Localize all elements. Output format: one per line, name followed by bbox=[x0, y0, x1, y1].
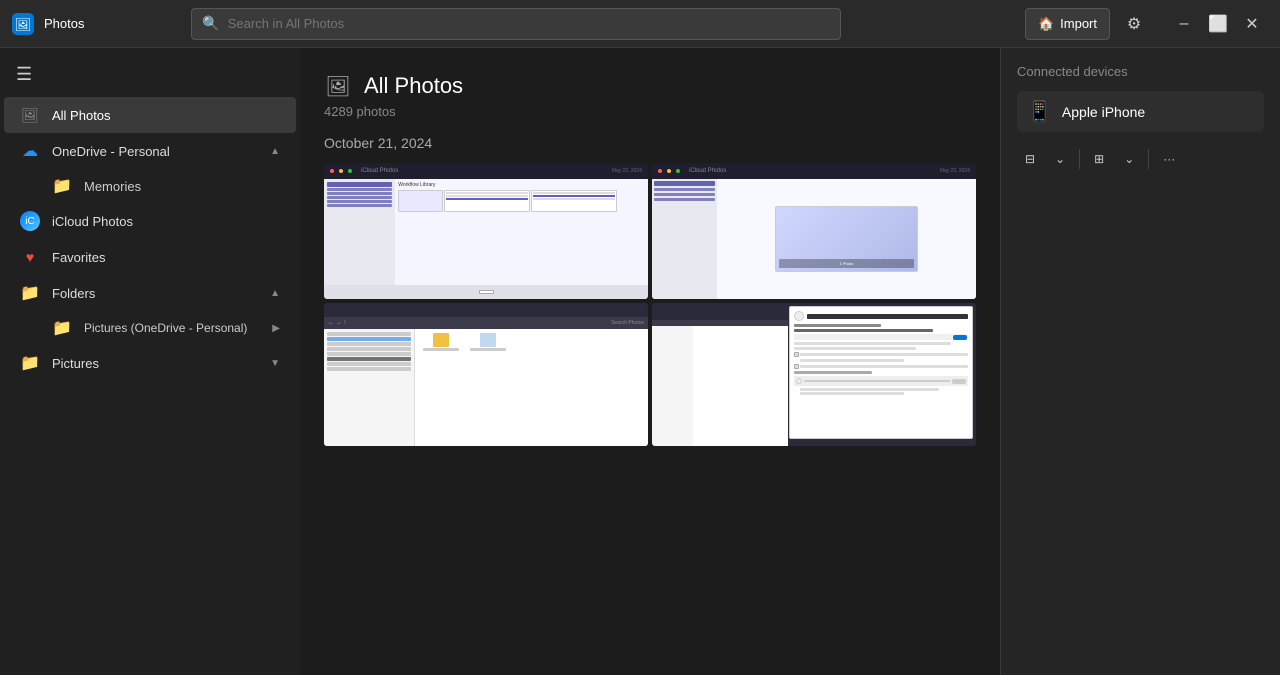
chevron-down-icon: ⌄ bbox=[1055, 152, 1065, 166]
all-photos-icon: 🖼 bbox=[20, 105, 40, 125]
filter-dropdown-button[interactable]: ⌄ bbox=[1047, 148, 1073, 170]
photo-thumbnail-1[interactable]: iCloud Photos May 22, 2024 bbox=[324, 163, 648, 299]
sidebar-label-onedrive: OneDrive - Personal bbox=[52, 144, 170, 159]
toolbar-separator-2 bbox=[1148, 149, 1149, 169]
right-panel: Connected devices 📱 Apple iPhone ⊟ ⌄ ⊞ ⌄ bbox=[1000, 48, 1280, 675]
app-icon: 🖼 bbox=[12, 13, 34, 35]
view-button[interactable]: ⊞ bbox=[1086, 148, 1112, 170]
view-dropdown-button[interactable]: ⌄ bbox=[1116, 148, 1142, 170]
chevron-expand-icon: ▶ bbox=[272, 323, 280, 334]
sidebar-item-icloud-photos[interactable]: iC iCloud Photos bbox=[4, 203, 296, 239]
filter-button[interactable]: ⊟ bbox=[1017, 148, 1043, 170]
content-area: 🖼 All Photos 4289 photos October 21, 202… bbox=[300, 48, 1280, 675]
sidebar-label-pictures-onedrive: Pictures (OneDrive - Personal) bbox=[84, 321, 247, 335]
photo-thumbnail-4[interactable] bbox=[652, 303, 976, 446]
titlebar: 🖼 Photos 🔍 🏠 Import ⚙ – ⬜ ✕ bbox=[0, 0, 1280, 48]
svg-text:🖼: 🖼 bbox=[15, 17, 32, 32]
sidebar-label-pictures: Pictures bbox=[52, 356, 99, 371]
hamburger-button[interactable]: ☰ bbox=[0, 56, 300, 93]
chevron-down-icon: ▼ bbox=[270, 358, 280, 369]
maximize-button[interactable]: ⬜ bbox=[1202, 8, 1234, 40]
more-button[interactable]: ··· bbox=[1155, 148, 1183, 170]
memories-icon: 📁 bbox=[52, 176, 72, 196]
device-toolbar: ⊟ ⌄ ⊞ ⌄ ··· bbox=[1017, 148, 1264, 170]
chevron-up-icon: ▲ bbox=[270, 146, 280, 157]
import-button[interactable]: 🏠 Import bbox=[1025, 8, 1110, 40]
minimize-button[interactable]: – bbox=[1168, 8, 1200, 40]
pictures-onedrive-icon: 📁 bbox=[52, 318, 72, 338]
chevron-up-icon-2: ▲ bbox=[270, 288, 280, 299]
sidebar-item-pictures[interactable]: 📁 Pictures ▼ bbox=[4, 345, 296, 381]
more-icon: ··· bbox=[1163, 152, 1175, 166]
pictures-icon: 📁 bbox=[20, 353, 40, 373]
sidebar-label-all-photos: All Photos bbox=[52, 108, 111, 123]
sidebar-label-favorites: Favorites bbox=[52, 250, 105, 265]
sidebar-item-all-photos[interactable]: 🖼 All Photos bbox=[4, 97, 296, 133]
sidebar-item-onedrive-personal[interactable]: ☁ OneDrive - Personal ▲ bbox=[4, 133, 296, 169]
sidebar-item-memories[interactable]: 📁 Memories bbox=[4, 169, 296, 203]
search-icon: 🔍 bbox=[202, 15, 219, 32]
titlebar-actions: 🏠 Import ⚙ bbox=[1025, 8, 1150, 40]
settings-button[interactable]: ⚙ bbox=[1118, 8, 1150, 40]
device-item-iphone: 📱 Apple iPhone bbox=[1017, 91, 1264, 132]
photos-header: 🖼 All Photos bbox=[324, 72, 976, 100]
toolbar-separator bbox=[1079, 149, 1080, 169]
page-title: All Photos bbox=[364, 73, 463, 99]
photo-thumbnail-3[interactable]: ← → ↑ Search Photos bbox=[324, 303, 648, 446]
search-input[interactable] bbox=[228, 16, 831, 31]
grid-icon: ⊞ bbox=[1094, 152, 1104, 166]
sidebar-label-icloud: iCloud Photos bbox=[52, 214, 133, 229]
search-bar[interactable]: 🔍 bbox=[191, 8, 841, 40]
chevron-down-icon-2: ⌄ bbox=[1124, 152, 1134, 166]
photo-thumbnail-2[interactable]: iCloud Photos May 23, 2024 bbox=[652, 163, 976, 299]
sidebar-label-memories: Memories bbox=[84, 179, 141, 194]
device-name: Apple iPhone bbox=[1062, 104, 1145, 120]
photos-title-icon: 🖼 bbox=[324, 72, 352, 100]
sidebar-item-favorites[interactable]: ♥ Favorites bbox=[4, 239, 296, 275]
sidebar-label-folders: Folders bbox=[52, 286, 95, 301]
heart-icon: ♥ bbox=[20, 247, 40, 267]
photos-main: 🖼 All Photos 4289 photos October 21, 202… bbox=[300, 48, 1000, 675]
device-icon: 📱 bbox=[1027, 99, 1052, 124]
sidebar: ☰ 🖼 All Photos ☁ OneDrive - Personal ▲ 📁… bbox=[0, 48, 300, 675]
photos-grid: iCloud Photos May 22, 2024 bbox=[324, 163, 976, 446]
app-name: Photos bbox=[44, 16, 84, 31]
icloud-icon: iC bbox=[20, 211, 40, 231]
date-heading: October 21, 2024 bbox=[324, 135, 976, 151]
folders-icon: 📁 bbox=[20, 283, 40, 303]
onedrive-icon: ☁ bbox=[20, 141, 40, 161]
sidebar-item-pictures-onedrive[interactable]: 📁 Pictures (OneDrive - Personal) ▶ bbox=[4, 311, 296, 345]
import-icon: 🏠 bbox=[1038, 16, 1054, 32]
filter-icon: ⊟ bbox=[1025, 152, 1035, 166]
connected-devices-header: Connected devices bbox=[1017, 64, 1264, 79]
close-button[interactable]: ✕ bbox=[1236, 8, 1268, 40]
main-layout: ☰ 🖼 All Photos ☁ OneDrive - Personal ▲ 📁… bbox=[0, 48, 1280, 675]
sidebar-item-folders[interactable]: 📁 Folders ▲ bbox=[4, 275, 296, 311]
window-controls: – ⬜ ✕ bbox=[1168, 8, 1268, 40]
photo-count: 4289 photos bbox=[324, 104, 976, 119]
